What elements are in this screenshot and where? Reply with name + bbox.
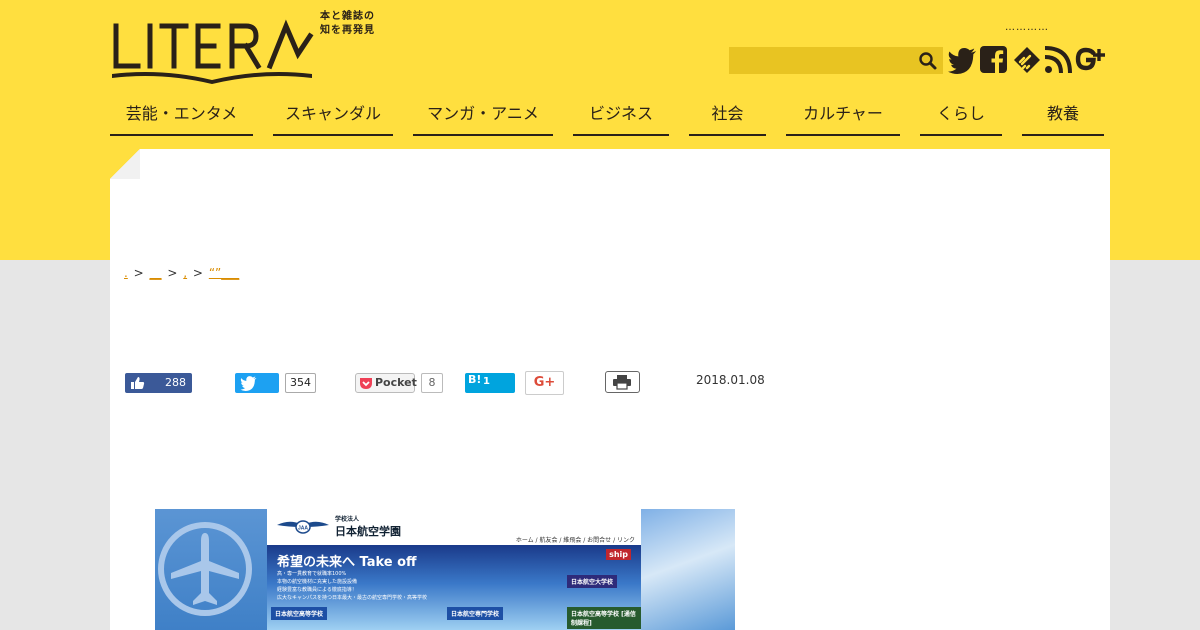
rss-link[interactable] [1044, 46, 1072, 74]
banner-bullet: 経験豊富な教職員による徹底指導！ [277, 587, 357, 593]
hatena-icon: B! [468, 373, 482, 386]
nav-item-business[interactable]: ビジネス [573, 100, 669, 136]
airplane-emblem-icon [158, 522, 252, 616]
feedly-link[interactable] [1012, 46, 1042, 74]
banner-card: 日本航空高等学校 [271, 607, 328, 620]
nav-item-lifestyle[interactable]: くらし [920, 100, 1002, 136]
tagline-line-1: 本と雑誌の [320, 11, 375, 22]
search-input[interactable] [729, 47, 914, 74]
main-nav: 芸能・エンタメ スキャンダル マンガ・アニメ ビジネス 社会 カルチャー くらし… [110, 100, 1104, 136]
banner-card: 日本航空高等学校 [通信制課程] [567, 607, 641, 629]
google-plus-link[interactable] [1075, 46, 1105, 74]
school-site-links: ホーム / 航友会 / 維飛会 / お問合せ / リンク [515, 537, 635, 544]
search-button[interactable] [917, 50, 939, 72]
panel-corner-shadow [110, 149, 140, 179]
nav-item-culture[interactable]: カルチャー [786, 100, 900, 136]
breadcrumb-subcategory-link[interactable]: , [183, 266, 187, 280]
facebook-link[interactable] [980, 46, 1008, 74]
article-image: JAA 学校法人 日本航空学園 ホーム / 航友会 / 維飛会 / お問合せ /… [155, 509, 735, 630]
google-plus-share-button[interactable]: G+ [525, 371, 564, 395]
facebook-like-count: 288 [165, 376, 186, 389]
tagline-line-2: 知を再発見 [320, 25, 375, 36]
school-site-header: JAA 学校法人 日本航空学園 ホーム / 航友会 / 維飛会 / お問合せ /… [267, 509, 641, 544]
school-site-banner: 希望の未来へ Take off ship 高・専一貫教育で就職率100% 本物の… [267, 545, 641, 630]
twitter-icon [948, 48, 976, 74]
breadcrumb: . > __ > , > “”___ [124, 266, 239, 280]
pocket-label: Pocket [375, 376, 417, 389]
search-box [729, 47, 943, 74]
banner-card: 日本航空専門学校 [447, 607, 504, 620]
school-name-small: 学校法人 [335, 516, 360, 523]
article-date: 2018.01.08 [696, 373, 765, 387]
breadcrumb-category-link[interactable]: __ [150, 266, 162, 280]
tweet-button[interactable] [235, 373, 279, 393]
hatena-count: 1 [483, 376, 490, 387]
tagline: 本と雑誌の 知を再発見 [320, 10, 375, 38]
nav-item-scandal[interactable]: スキャンダル [273, 100, 393, 136]
jaa-logo-icon: JAA [277, 520, 329, 534]
nav-item-manga-anime[interactable]: マンガ・アニメ [413, 100, 553, 136]
google-plus-icon: G+ [533, 375, 556, 390]
search-icon [919, 52, 937, 70]
banner-ship-badge: ship [606, 549, 631, 560]
print-button[interactable] [605, 371, 640, 393]
rss-icon [1044, 46, 1072, 74]
twitter-bird-icon [240, 376, 257, 391]
breadcrumb-separator: > [167, 266, 178, 280]
banner-card: 日本航空大学校 [567, 575, 618, 588]
banner-bullet: 高・専一貫教育で就職率100% [277, 571, 347, 577]
banner-bullets: 高・専一貫教育で就職率100% 本物の航空機材に充実した施設設備 経験豊富な教職… [277, 570, 427, 602]
nav-item-education[interactable]: 教養 [1022, 100, 1104, 136]
literaa-logo-icon [112, 19, 314, 84]
breadcrumb-separator: > [192, 266, 203, 280]
breadcrumb-current[interactable]: “”___ [209, 266, 239, 280]
nav-item-entertainment[interactable]: 芸能・エンタメ [110, 100, 253, 136]
facebook-icon [980, 46, 1007, 73]
pocket-button[interactable]: Pocket [355, 373, 417, 393]
google-plus-icon [1075, 47, 1105, 71]
thumbs-up-icon [131, 377, 145, 389]
banner-slogan: 希望の未来へ Take off [277, 555, 417, 570]
hatena-bookmark-button[interactable]: B! 1 [465, 373, 515, 393]
svg-text:JAA: JAA [298, 526, 308, 532]
school-name-main: 日本航空学園 [335, 525, 401, 538]
tweet-count: 354 [285, 373, 316, 393]
pocket-icon [360, 378, 372, 389]
breadcrumb-home-link[interactable]: . [124, 266, 128, 280]
twitter-link[interactable] [948, 46, 978, 74]
header-dots: ………… [1005, 22, 1049, 33]
school-name: 学校法人 日本航空学園 [335, 514, 401, 539]
printer-icon [613, 375, 631, 390]
nav-item-society[interactable]: 社会 [689, 100, 766, 136]
feedly-icon [1014, 47, 1040, 73]
breadcrumb-separator: > [133, 266, 144, 280]
pocket-count: 8 [421, 373, 443, 393]
facebook-like-button[interactable]: 288 [125, 373, 192, 393]
banner-bullet: 本物の航空機材に充実した施設設備 [277, 579, 358, 585]
school-website-screenshot: JAA 学校法人 日本航空学園 ホーム / 航友会 / 維飛会 / お問合せ /… [267, 509, 641, 630]
image-left-panel [155, 509, 267, 630]
banner-bullet: 広大なキャンパスを持つ日本最大・最古の航空専門学校・高等学校 [277, 595, 428, 601]
image-right-panel [641, 509, 735, 630]
